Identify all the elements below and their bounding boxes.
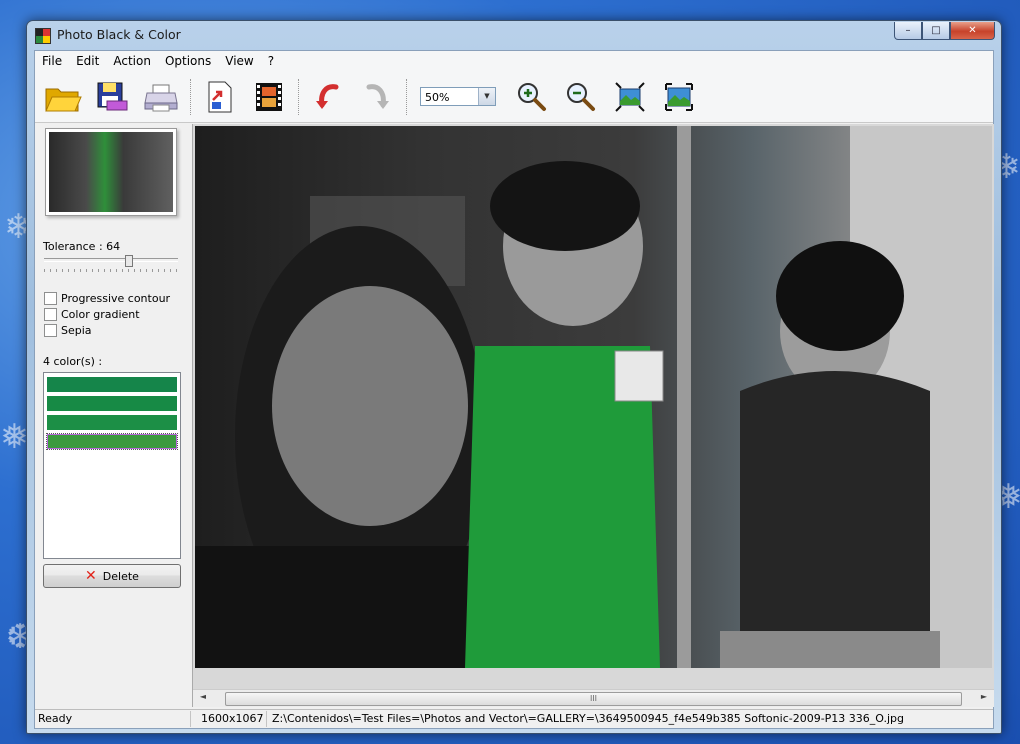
undo-icon <box>316 83 339 109</box>
window-title: Photo Black & Color <box>57 27 181 42</box>
open-folder-icon <box>45 88 82 111</box>
horizontal-scrollbar[interactable]: ◄ III ► <box>193 689 994 707</box>
tolerance-slider-thumb[interactable] <box>125 255 133 267</box>
app-window: Photo Black & Color – □ ✕ File Edit Acti… <box>26 20 1002 734</box>
thumbnail-preview <box>49 132 173 212</box>
maximize-button[interactable]: □ <box>922 22 950 40</box>
menu-view[interactable]: View <box>218 54 260 68</box>
zoom-in-button[interactable] <box>512 77 552 117</box>
status-dimensions: 1600x1067 <box>201 712 264 725</box>
client-area: File Edit Action Options View ? 50% ▼ To… <box>34 50 994 729</box>
zoom-out-button[interactable] <box>561 77 601 117</box>
actual-size-button[interactable] <box>659 77 699 117</box>
frost-decoration: ❅ <box>0 417 29 457</box>
status-divider <box>266 711 267 727</box>
filmstrip-button[interactable] <box>249 77 289 117</box>
side-panel: Tolerance : 64 Progressive contour Color… <box>35 124 189 709</box>
save-button[interactable] <box>92 77 132 117</box>
print-icon <box>144 84 178 111</box>
save-icon <box>97 82 128 110</box>
zoom-out-icon <box>567 82 595 111</box>
checkbox-box[interactable] <box>44 324 57 337</box>
undo-button[interactable] <box>308 77 348 117</box>
export-button[interactable] <box>200 77 240 117</box>
zoom-in-icon <box>518 82 546 111</box>
actual-size-icon <box>665 82 693 111</box>
delete-icon: ✕ <box>85 568 97 584</box>
title-bar[interactable]: Photo Black & Color – □ ✕ <box>27 21 1001 49</box>
photo-image <box>195 126 992 668</box>
tolerance-slider-track[interactable] <box>44 258 178 262</box>
sepia-checkbox[interactable]: Sepia <box>44 324 92 337</box>
minimize-button[interactable]: – <box>894 22 922 40</box>
toolbar-separator <box>298 78 300 115</box>
caption-buttons: – □ ✕ <box>894 22 995 40</box>
color-swatch[interactable] <box>47 377 177 392</box>
colors-count-label: 4 color(s) : <box>43 355 103 368</box>
progressive-contour-checkbox[interactable]: Progressive contour <box>44 292 170 305</box>
color-gradient-checkbox[interactable]: Color gradient <box>44 308 140 321</box>
menu-help[interactable]: ? <box>261 54 281 68</box>
fit-window-button[interactable] <box>610 77 650 117</box>
checkbox-label: Sepia <box>61 324 92 337</box>
print-button[interactable] <box>141 77 181 117</box>
status-state: Ready <box>38 712 73 725</box>
checkbox-box[interactable] <box>44 292 57 305</box>
menu-edit[interactable]: Edit <box>69 54 106 68</box>
delete-label: Delete <box>102 569 139 583</box>
app-icon <box>35 28 51 44</box>
fit-window-icon <box>615 81 645 112</box>
zoom-value: 50% <box>425 91 450 104</box>
color-swatch-selected[interactable] <box>46 433 178 450</box>
chevron-down-icon[interactable]: ▼ <box>478 88 495 105</box>
scroll-right-icon[interactable]: ► <box>978 692 990 701</box>
color-list[interactable] <box>43 372 181 559</box>
status-divider <box>190 711 191 727</box>
tolerance-slider-ticks <box>44 269 178 272</box>
toolbar-separator <box>406 78 408 115</box>
toolbar: 50% ▼ <box>35 71 993 123</box>
zoom-select[interactable]: 50% ▼ <box>420 87 496 106</box>
toolbar-separator <box>190 78 192 115</box>
menu-options[interactable]: Options <box>158 54 218 68</box>
status-file-path: Z:\Contenidos\=Test Files=\Photos and Ve… <box>272 712 905 725</box>
photo-preview[interactable] <box>195 126 992 668</box>
checkbox-label: Progressive contour <box>61 292 171 305</box>
redo-icon <box>366 83 389 109</box>
tolerance-label: Tolerance : 64 <box>43 240 121 253</box>
menu-action[interactable]: Action <box>106 54 158 68</box>
close-button[interactable]: ✕ <box>950 22 995 40</box>
color-swatch[interactable] <box>47 415 177 430</box>
image-canvas[interactable]: ◄ III ► <box>192 124 994 707</box>
checkbox-box[interactable] <box>44 308 57 321</box>
scrollbar-thumb[interactable]: III <box>225 692 962 706</box>
export-icon <box>208 81 232 112</box>
redo-button[interactable] <box>357 77 397 117</box>
image-thumbnail[interactable] <box>45 128 177 216</box>
menu-bar: File Edit Action Options View ? <box>35 51 993 71</box>
color-swatch[interactable] <box>47 396 177 411</box>
menu-file[interactable]: File <box>35 54 69 68</box>
filmstrip-icon <box>256 82 282 111</box>
checkbox-label: Color gradient <box>61 308 140 321</box>
status-bar: Ready 1600x1067 Z:\Contenidos\=Test File… <box>35 709 993 728</box>
delete-button[interactable]: ✕ Delete <box>43 564 181 588</box>
scroll-left-icon[interactable]: ◄ <box>197 692 209 701</box>
open-folder-button[interactable] <box>43 77 83 117</box>
